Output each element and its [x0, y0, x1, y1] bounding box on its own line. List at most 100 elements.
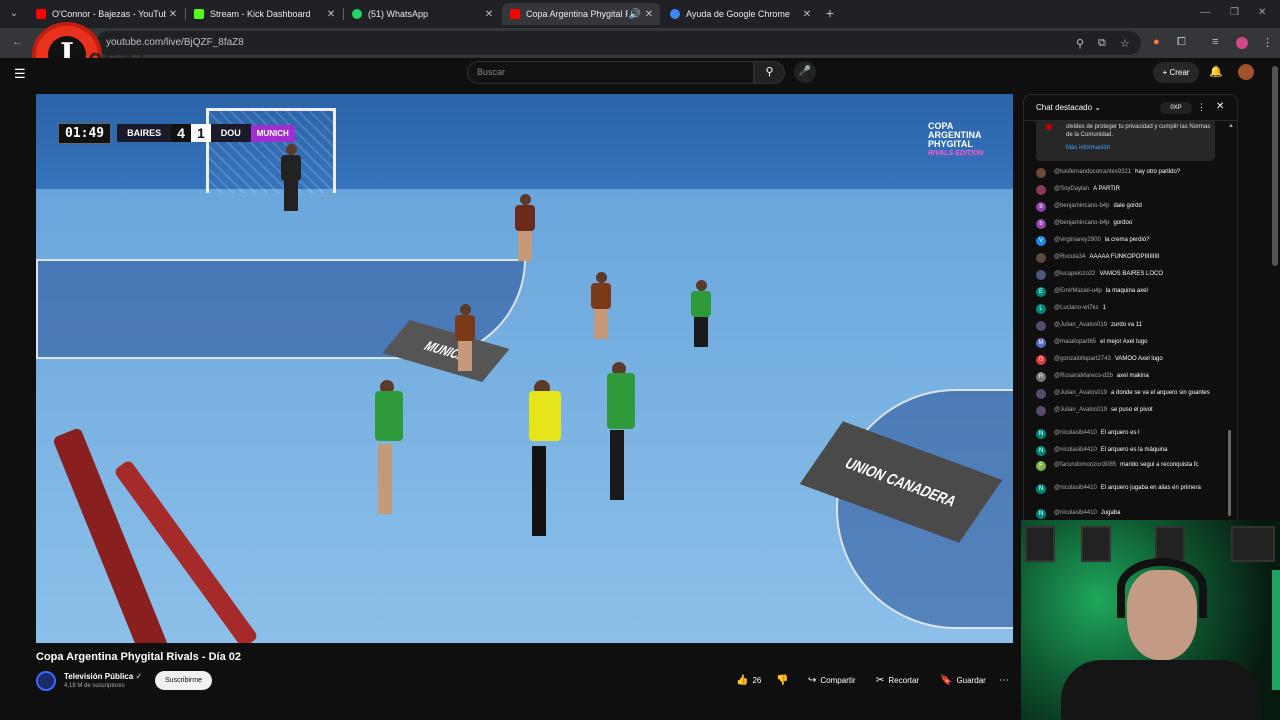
channel-avatar[interactable] — [36, 671, 56, 691]
tab-chrome-help[interactable]: Ayuda de Google Chrome ✕ — [662, 3, 818, 25]
microphone-icon[interactable]: 🎤 — [794, 61, 816, 83]
chrome-menu-icon[interactable]: ⋮ — [1262, 36, 1273, 49]
chat-username[interactable]: @lucapelozo22 — [1054, 271, 1095, 277]
notifications-bell-icon[interactable]: 🔔 — [1209, 65, 1223, 78]
chat-user-avatar[interactable]: L — [1036, 304, 1046, 314]
tab-copa-argentina[interactable]: Copa Argentina Phygital Ri 🔊 ✕ — [502, 3, 660, 25]
minimize-icon[interactable]: — — [1200, 7, 1210, 18]
chat-username[interactable]: @facundomonzon3085 — [1054, 462, 1116, 468]
chat-username[interactable]: @nicolasib4410 — [1054, 430, 1097, 436]
chat-user-avatar[interactable] — [1036, 406, 1046, 416]
extension-icon[interactable]: ● — [1153, 36, 1160, 48]
chat-user-avatar[interactable]: N — [1036, 429, 1046, 439]
share-button[interactable]: ↪ Compartir — [808, 672, 856, 689]
clip-button[interactable]: ✂ Recortar — [876, 672, 919, 689]
live-chat-panel: Chat destacado ⌄ 0XP ⋮ ✕ olvides de prot… — [1023, 94, 1238, 522]
reading-list-icon[interactable]: ≡ — [1212, 36, 1218, 48]
wall-poster — [1081, 526, 1111, 562]
thumbs-down-icon: 👎 — [776, 675, 789, 686]
chat-user-avatar[interactable] — [1036, 185, 1046, 195]
channel-name[interactable]: Televisión Pública ✓ — [64, 672, 142, 681]
chat-user-avatar[interactable] — [1036, 389, 1046, 399]
chat-username[interactable]: @virginiarey2900 — [1054, 237, 1101, 243]
bookmark-star-icon[interactable]: ☆ — [1120, 37, 1130, 50]
chat-user-avatar[interactable]: G — [1036, 355, 1046, 365]
chat-username[interactable]: @Julian_Avalos019 — [1054, 322, 1107, 328]
create-button[interactable]: + Crear — [1153, 62, 1199, 83]
maximize-icon[interactable]: ❐ — [1230, 7, 1239, 18]
chat-username[interactable]: @SoyDaylan — [1054, 186, 1089, 192]
chat-message-body: @nicolasib4410 Jugaba — [1054, 509, 1120, 519]
chat-user-avatar[interactable] — [1036, 321, 1046, 331]
chat-username[interactable]: @Julian_Avalos019 — [1054, 390, 1107, 396]
close-tab-icon[interactable]: ✕ — [800, 9, 814, 20]
chat-username[interactable]: @Julian_Avalos019 — [1054, 407, 1107, 413]
install-icon[interactable]: ⧉ — [1098, 37, 1106, 50]
chat-more-icon[interactable]: ⋮ — [1197, 102, 1206, 113]
close-tab-icon[interactable]: ✕ — [324, 9, 338, 20]
dislike-button[interactable]: 👎 — [776, 672, 792, 689]
new-tab-plus-icon[interactable]: + — [822, 5, 838, 21]
tab-kick-dashboard[interactable]: Stream - Kick Dashboard ✕ — [186, 3, 342, 25]
chat-scrollbar[interactable] — [1228, 430, 1231, 516]
chat-user-avatar[interactable] — [1036, 253, 1046, 263]
tab-whatsapp[interactable]: (51) WhatsApp ✕ — [344, 3, 500, 25]
chat-user-avatar[interactable]: M — [1036, 338, 1046, 348]
subscribe-button[interactable]: Suscribirme — [155, 671, 212, 690]
chat-username[interactable]: @benjamincano-b4p — [1054, 220, 1109, 226]
youtube-favicon-icon — [36, 9, 46, 19]
chat-user-avatar[interactable]: N — [1036, 509, 1046, 519]
chat-user-avatar[interactable]: V — [1036, 236, 1046, 246]
tab-youtube-oconnor[interactable]: O'Connor - Bajezas - YouTube ✕ — [28, 3, 184, 25]
address-bar[interactable]: youtube.com/live/BjQZF_8faZ8 ⚲ ⧉ ☆ — [96, 31, 1141, 55]
page-scrollbar[interactable] — [1272, 66, 1278, 266]
chat-username[interactable]: @nicolasib4410 — [1054, 510, 1097, 516]
chat-username[interactable]: @luisfernandocorrantes9321 — [1054, 169, 1131, 175]
more-info-link[interactable]: Más información — [1066, 145, 1110, 151]
hamburger-menu-icon[interactable]: ☰ — [14, 66, 26, 82]
chat-message: @Julian_Avalos019 a donde se va el arquer… — [1036, 389, 1228, 399]
like-button[interactable]: 👍 26 — [736, 672, 761, 689]
chat-user-avatar[interactable] — [1036, 270, 1046, 280]
extensions-puzzle-icon[interactable]: ⧠ — [1177, 36, 1186, 49]
chat-user-avatar[interactable]: R — [1036, 372, 1046, 382]
chat-username[interactable]: @nicolasib4410 — [1054, 447, 1097, 453]
chat-user-avatar[interactable] — [1036, 168, 1046, 178]
close-tab-icon[interactable]: ✕ — [166, 9, 180, 20]
chat-user-avatar[interactable]: b — [1036, 219, 1046, 229]
chat-username[interactable]: @nicolasib4410 — [1054, 485, 1097, 491]
close-window-icon[interactable]: ✕ — [1258, 7, 1266, 18]
zoom-icon[interactable]: ⚲ — [1076, 37, 1084, 50]
search-icon[interactable]: ⚲ — [754, 61, 785, 84]
account-avatar[interactable] — [1238, 64, 1254, 80]
chat-username[interactable]: @gonzalollopart2743 — [1054, 356, 1111, 362]
chat-message-body: @nicolasib4410 El arquero es la máquina — [1054, 446, 1168, 456]
search-input[interactable]: Buscar — [467, 61, 754, 84]
chat-user-avatar[interactable]: b — [1036, 202, 1046, 212]
back-arrow-icon[interactable]: ← — [12, 36, 23, 48]
profile-avatar-icon[interactable] — [1236, 37, 1248, 49]
tab-search-icon[interactable]: ⌄ — [6, 6, 22, 22]
more-actions-button[interactable]: ⋯ — [999, 672, 1013, 689]
chat-user-avatar[interactable]: F — [1036, 461, 1046, 471]
scroll-up-icon[interactable]: ▲ — [1228, 123, 1234, 129]
close-tab-icon[interactable]: ✕ — [642, 9, 656, 20]
xp-badge[interactable]: 0XP — [1160, 102, 1192, 114]
speaker-icon[interactable]: 🔊 — [628, 9, 642, 20]
video-player[interactable]: MUNICH UNION CANADERA 01:49 BAIRES 4 1 D… — [36, 94, 1013, 643]
youtube-favicon-icon — [510, 9, 520, 19]
chat-username[interactable]: @maiallopart65 — [1054, 339, 1096, 345]
chat-message-body: @Rucula34 AAAAA FUNKOPOPIIIIIIIII — [1054, 253, 1159, 263]
chat-username[interactable]: @EmirMaciel-u4p — [1054, 288, 1102, 294]
chat-user-avatar[interactable]: N — [1036, 484, 1046, 494]
save-button[interactable]: 🔖 Guardar — [940, 672, 986, 689]
chat-username[interactable]: @Rucula34 — [1054, 254, 1085, 260]
chat-username[interactable]: @RosanaMareco-d2b — [1054, 373, 1113, 379]
chat-user-avatar[interactable]: N — [1036, 446, 1046, 456]
chat-user-avatar[interactable]: E — [1036, 287, 1046, 297]
close-tab-icon[interactable]: ✕ — [482, 9, 496, 20]
chat-username[interactable]: @benjamincano-b4p — [1054, 203, 1109, 209]
chat-mode-dropdown[interactable]: Chat destacado ⌄ — [1036, 103, 1101, 112]
chat-username[interactable]: @Luciano-wt7ks — [1054, 305, 1098, 311]
chat-close-icon[interactable]: ✕ — [1216, 101, 1224, 112]
